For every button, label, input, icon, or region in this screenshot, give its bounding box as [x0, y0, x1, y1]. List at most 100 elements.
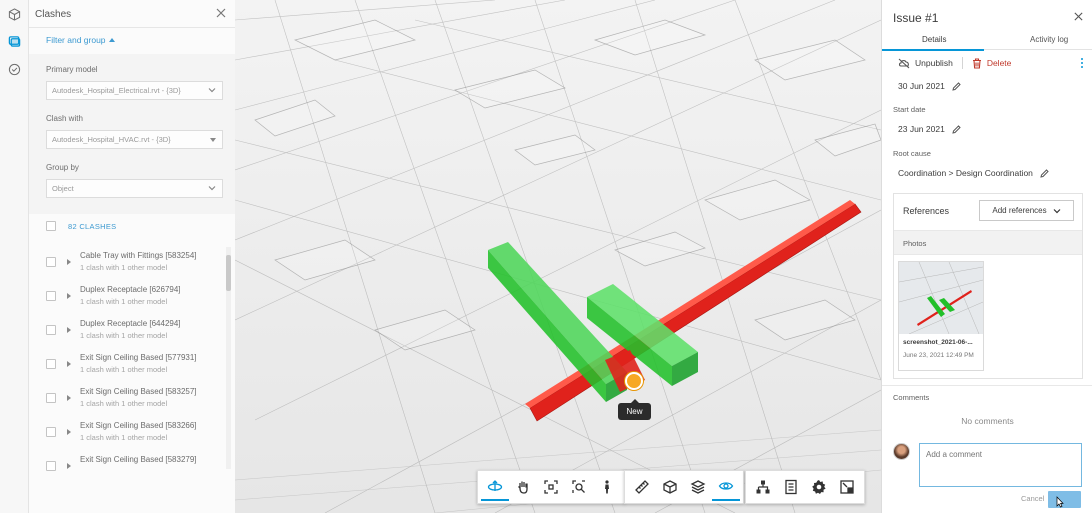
pencil-icon[interactable] — [1040, 168, 1049, 178]
group-by-select[interactable]: Object — [46, 179, 223, 198]
ruler-icon — [635, 480, 649, 494]
primary-model-select[interactable]: Autodesk_Hospital_Electrical.rvt - {3D} — [46, 81, 223, 100]
clash-list-item[interactable]: Exit Sign Ceiling Based [577931] 1 clash… — [29, 349, 235, 383]
expand-arrow-icon[interactable] — [67, 361, 71, 367]
settings-button[interactable] — [805, 473, 833, 501]
start-date-field[interactable]: 23 Jun 2021 — [898, 124, 961, 134]
section-box-button[interactable] — [656, 473, 684, 501]
clash-list-item[interactable]: Cable Tray with Fittings [583254] 1 clas… — [29, 247, 235, 281]
unpublish-button[interactable]: Unpublish — [898, 58, 953, 69]
ghosting-button[interactable] — [712, 473, 740, 501]
active-tab-indicator — [882, 49, 984, 51]
clash-list-scrollbar[interactable] — [226, 247, 231, 469]
photo-thumbnail[interactable] — [899, 262, 983, 334]
clash-item-checkbox[interactable] — [46, 325, 56, 335]
clash-item-name: Exit Sign Ceiling Based [583266] — [80, 421, 197, 430]
issue-pin-marker[interactable] — [625, 372, 643, 390]
tab-activity-log[interactable]: Activity log — [1030, 35, 1068, 44]
clash-item-subtitle: 1 clash with 1 other model — [80, 331, 168, 340]
properties-button[interactable] — [777, 473, 805, 501]
measure-button[interactable] — [628, 473, 656, 501]
filter-and-group-toggle[interactable]: Filter and group — [46, 35, 115, 45]
expand-arrow-icon[interactable] — [67, 463, 71, 469]
photos-header: Photos — [894, 230, 1082, 255]
clash-item-checkbox[interactable] — [46, 393, 56, 403]
pencil-icon[interactable] — [952, 124, 961, 134]
model-browser-button[interactable] — [749, 473, 777, 501]
clash-item-name: Duplex Receptacle [626794] — [80, 285, 181, 294]
caret-up-icon — [108, 38, 115, 42]
more-options-icon[interactable] — [1080, 58, 1084, 70]
clash-item-name: Exit Sign Ceiling Based [583279] — [80, 455, 197, 464]
clash-item-checkbox[interactable] — [46, 291, 56, 301]
clash-list-item[interactable]: Duplex Receptacle [644294] 1 clash with … — [29, 315, 235, 349]
close-icon[interactable] — [215, 7, 227, 19]
due-date-field[interactable]: 30 Jun 2021 — [898, 81, 961, 91]
building-wireframe — [235, 0, 881, 513]
clashes-button[interactable] — [0, 27, 29, 55]
delete-label: Delete — [986, 58, 1012, 68]
clash-list: Cable Tray with Fittings [583254] 1 clas… — [29, 247, 235, 471]
cancel-button[interactable]: Cancel — [1021, 494, 1044, 503]
first-person-button[interactable] — [593, 473, 621, 501]
clash-item-checkbox[interactable] — [46, 359, 56, 369]
chevron-down-icon — [208, 88, 216, 93]
zoom-window-icon — [572, 480, 585, 493]
references-title: References — [903, 206, 950, 216]
scrollbar-thumb[interactable] — [226, 255, 231, 291]
expand-arrow-icon[interactable] — [67, 395, 71, 401]
add-references-button[interactable]: Add references — [979, 200, 1074, 221]
left-rail — [0, 0, 29, 513]
clash-count: 82 CLASHES — [68, 221, 117, 231]
models-button[interactable] — [0, 0, 29, 28]
group-by-value: Object — [52, 184, 74, 193]
root-cause-field[interactable]: Coordination > Design Coordination — [898, 168, 1049, 178]
view-toolbar — [745, 470, 865, 504]
fit-view-button[interactable] — [537, 473, 565, 501]
zoom-window-button[interactable] — [565, 473, 593, 501]
tab-details[interactable]: Details — [922, 35, 946, 44]
clash-item-checkbox[interactable] — [46, 461, 56, 471]
layers-icon — [690, 480, 706, 494]
fullscreen-button[interactable] — [833, 473, 861, 501]
clash-item-checkbox[interactable] — [46, 427, 56, 437]
clash-with-value: Autodesk_Hospital_HVAC.rvt - {3D} — [52, 135, 171, 144]
expand-arrow-icon[interactable] — [67, 327, 71, 333]
gear-icon — [812, 480, 826, 494]
filter-form: Primary model Autodesk_Hospital_Electric… — [29, 54, 235, 214]
issues-button[interactable] — [0, 55, 29, 83]
section-box-icon — [663, 480, 677, 494]
expand-arrow-icon[interactable] — [67, 293, 71, 299]
clash-item-subtitle: 1 clash with 1 other model — [80, 399, 168, 408]
comment-input[interactable] — [919, 443, 1082, 487]
model-viewport[interactable]: New — [235, 0, 881, 513]
due-date-value: 30 Jun 2021 — [898, 81, 945, 91]
clashes-panel-title: Clashes — [35, 9, 72, 20]
start-date-label: Start date — [893, 105, 926, 114]
select-all-checkbox[interactable] — [46, 221, 56, 231]
clash-count-row: 82 CLASHES — [46, 221, 116, 231]
expand-arrow-icon[interactable] — [67, 259, 71, 265]
close-icon[interactable] — [1073, 11, 1084, 22]
layers-button[interactable] — [684, 473, 712, 501]
root-cause-label: Root cause — [893, 149, 931, 158]
clash-list-item[interactable]: Exit Sign Ceiling Based [583279] — [29, 451, 235, 471]
photo-thumbnail-card[interactable]: screenshot_2021-06-... June 23, 2021 12:… — [898, 261, 984, 371]
clash-list-item[interactable]: Duplex Receptacle [626794] 1 clash with … — [29, 281, 235, 315]
cube-icon — [8, 7, 21, 21]
trash-icon — [972, 57, 981, 69]
clash-list-item[interactable]: Exit Sign Ceiling Based [583266] 1 clash… — [29, 417, 235, 451]
orbit-button[interactable] — [481, 473, 509, 501]
post-comment-button[interactable] — [1048, 491, 1081, 508]
clash-with-select[interactable]: Autodesk_Hospital_HVAC.rvt - {3D} — [46, 130, 223, 149]
clash-item-checkbox[interactable] — [46, 257, 56, 267]
expand-arrow-icon[interactable] — [67, 429, 71, 435]
delete-button[interactable]: Delete — [972, 57, 1012, 69]
hand-icon — [518, 481, 528, 494]
pan-button[interactable] — [509, 473, 537, 501]
comments-label: Comments — [893, 393, 930, 402]
issue-status-tag: New — [618, 399, 651, 420]
filter-and-group-label: Filter and group — [46, 35, 106, 45]
clash-list-item[interactable]: Exit Sign Ceiling Based [583257] 1 clash… — [29, 383, 235, 417]
pencil-icon[interactable] — [952, 81, 961, 91]
